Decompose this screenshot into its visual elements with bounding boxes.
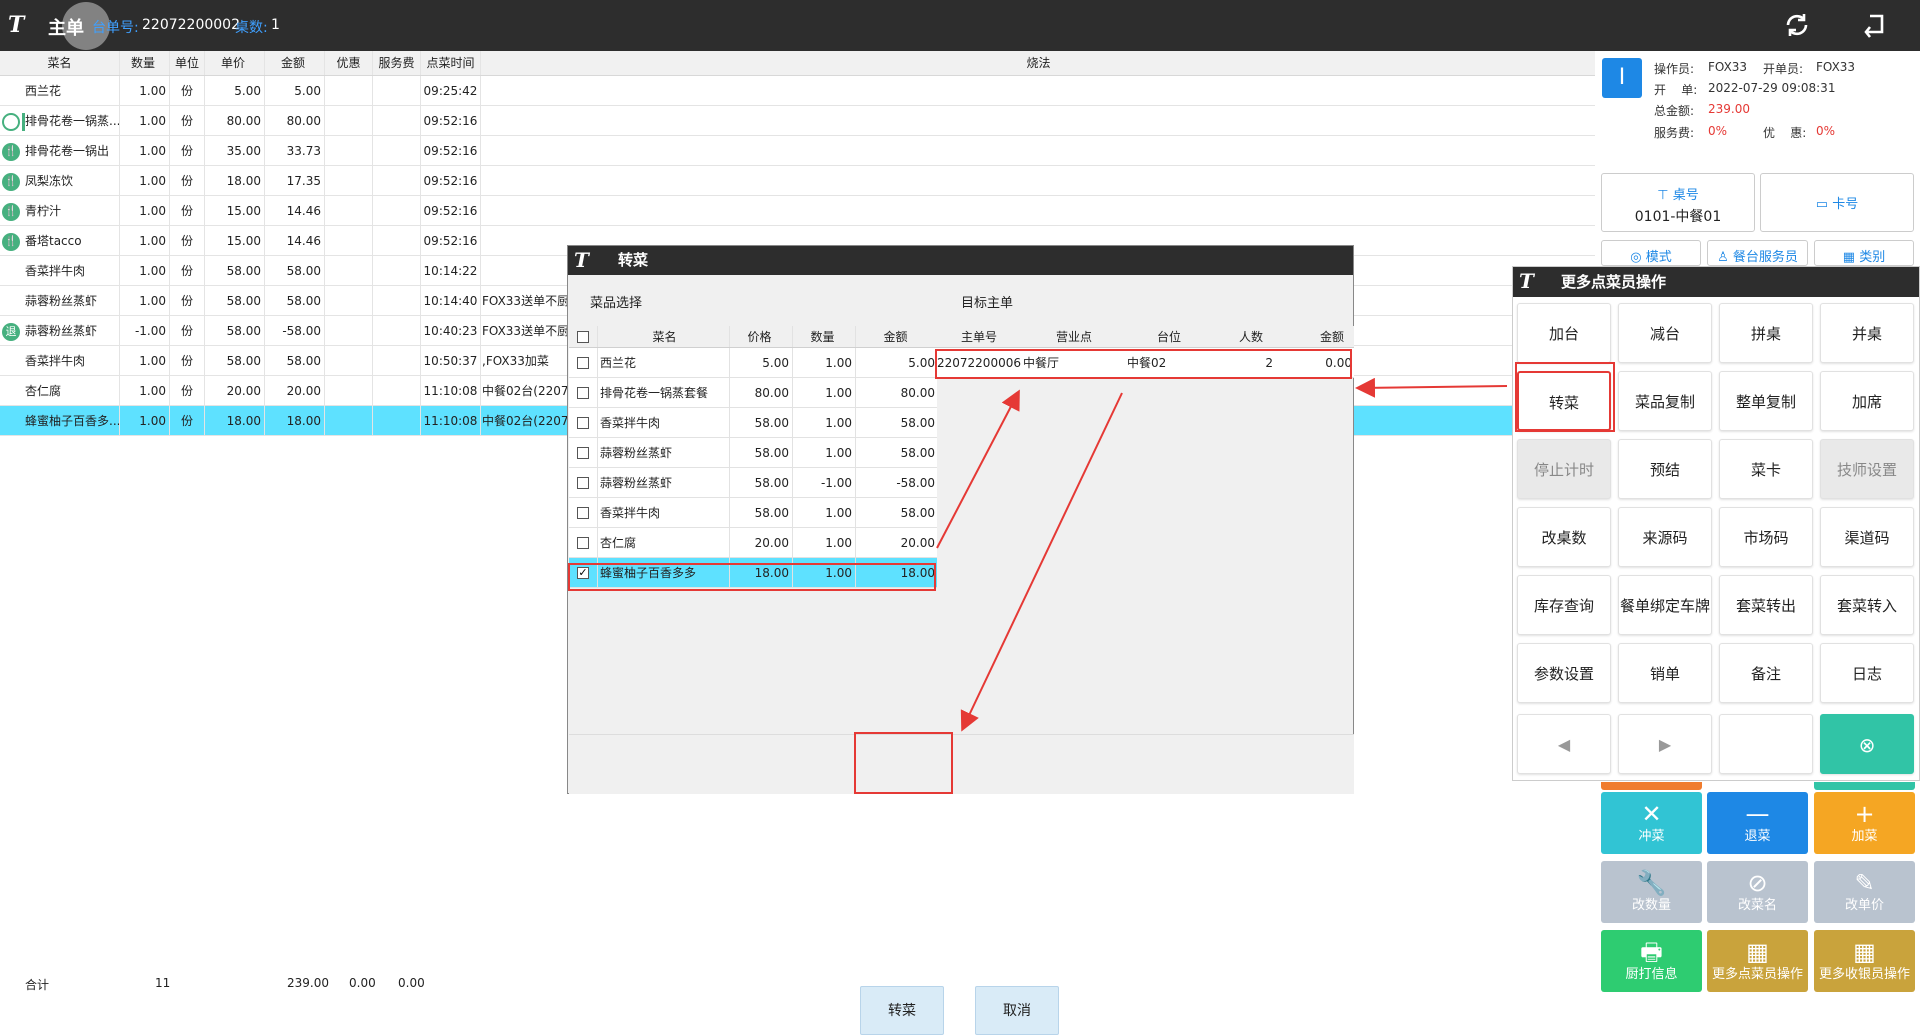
annotation-arrows [936, 377, 1508, 732]
